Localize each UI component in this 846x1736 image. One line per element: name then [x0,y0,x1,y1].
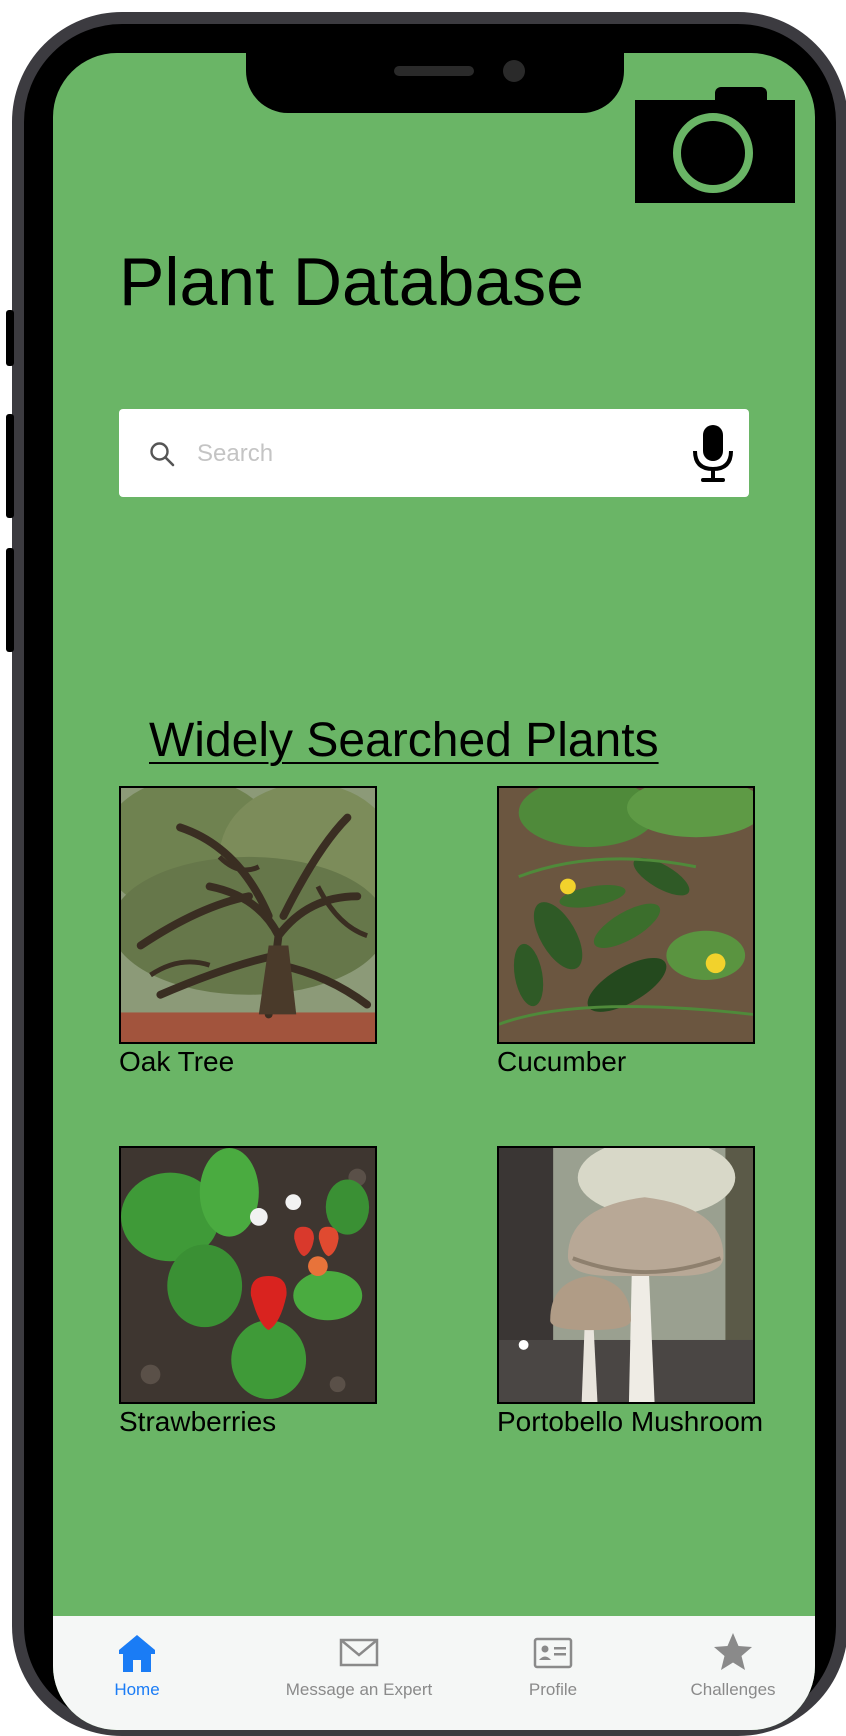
camera-icon[interactable] [635,87,795,203]
tab-label: Message an Expert [285,1680,433,1699]
portobello-mushroom-photo [497,1146,755,1404]
app-screen: Plant Database Widely Searched Plants [53,53,815,1730]
plant-name: Strawberries [119,1406,277,1437]
strawberries-photo [119,1146,377,1404]
search-input[interactable] [195,429,669,479]
bottom-tab-bar: Home Message an Expert Profile Challenge… [53,1616,815,1730]
microphone-icon[interactable] [691,425,735,483]
earpiece-speaker [394,66,474,76]
phone-volume-down [6,548,14,652]
page-title: Plant Database [119,244,584,320]
phone-silent-switch [6,310,14,366]
tab-label: Home [114,1680,160,1699]
tab-challenges[interactable]: Challenges [663,1616,803,1716]
phone-notch [246,53,624,113]
plant-name: Portobello Mushroom [497,1406,764,1437]
phone-volume-up [6,414,14,518]
section-title: Widely Searched Plants [149,714,659,767]
oak-tree-photo [119,786,377,1044]
tab-label: Profile [528,1680,578,1699]
front-camera [503,60,525,82]
cucumber-photo [497,786,755,1044]
star-icon [714,1633,752,1670]
envelope-icon [339,1638,379,1667]
plant-name: Oak Tree [119,1046,235,1077]
tab-home[interactable]: Home [89,1616,185,1716]
plant-card-oak-tree[interactable]: Oak Tree [119,786,419,1078]
plant-card-strawberries[interactable]: Strawberries [119,1146,419,1438]
search-icon [150,442,175,467]
tab-message-an-expert[interactable]: Message an Expert [249,1616,469,1716]
plant-card-cucumber[interactable]: Cucumber [497,786,797,1078]
tab-profile[interactable]: Profile [503,1616,603,1716]
search-bar[interactable] [119,409,749,497]
tab-label: Challenges [690,1680,776,1699]
plant-name: Cucumber [497,1046,627,1077]
id-card-icon [533,1637,573,1669]
home-icon [119,1635,155,1672]
plant-card-portobello-mushroom[interactable]: Portobello Mushroom [497,1146,797,1438]
